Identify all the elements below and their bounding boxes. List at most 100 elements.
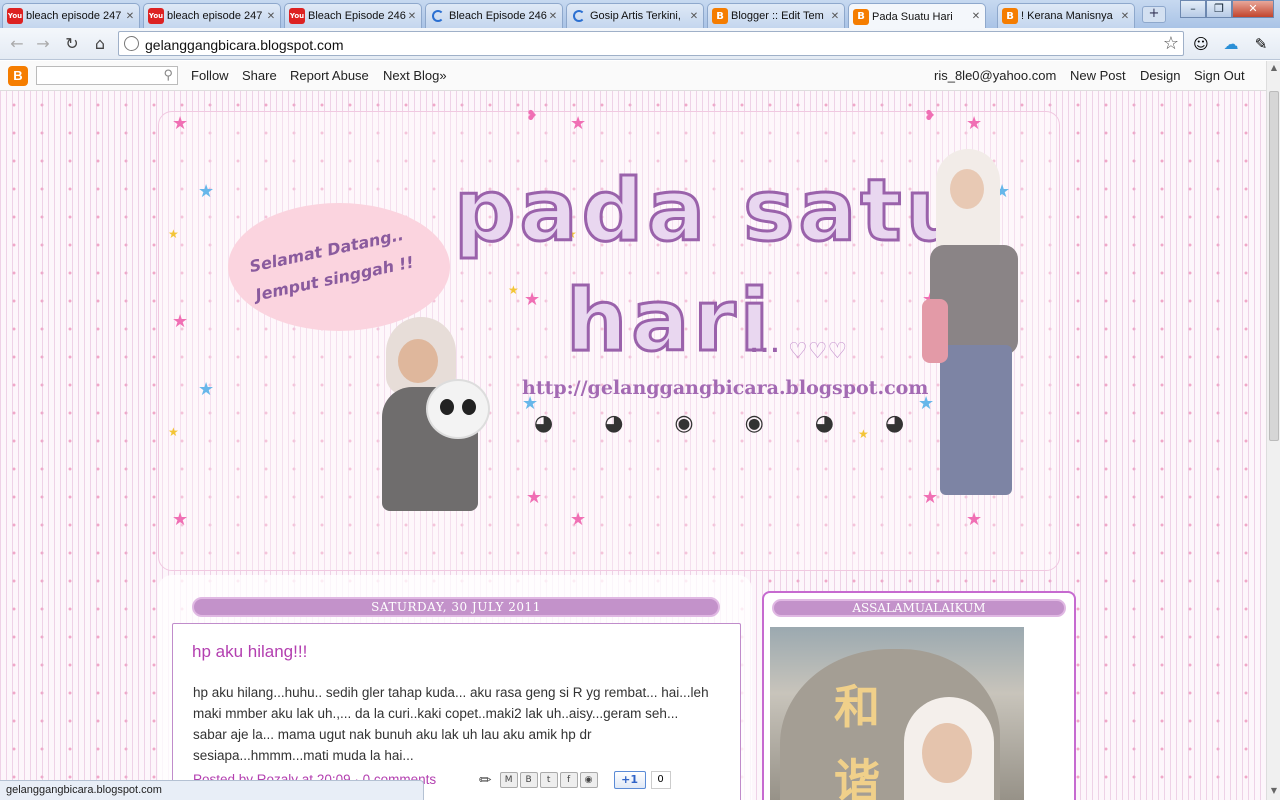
blog-page: ★ ★ ★ ★ ★ ★ ★ ❥ ★ ★ ★ ★ ★ ★ ★ ❥ ★ ★ ★ ★ … (0, 91, 1266, 800)
cute-faces-icon: ◕ ◕ ◉ ◉ ◕ ◕ (534, 411, 927, 436)
facebook-share-icon[interactable]: f (559, 772, 578, 788)
sidebar-profile-photo: 和 谐 (770, 627, 1024, 800)
search-icon[interactable]: ⚲ (163, 67, 173, 83)
loading-icon (573, 10, 585, 22)
next-blog-link[interactable]: Next Blog» (383, 68, 447, 83)
user-email[interactable]: ris_8le0@yahoo.com (934, 68, 1056, 83)
reload-icon[interactable]: ↻ (61, 33, 83, 55)
address-bar[interactable]: gelanggangbicara.blogspot.com ☆ (118, 31, 1184, 56)
star-icon: ★ (966, 509, 983, 530)
blogger-navbar: B ⚲ Follow Share Report Abuse Next Blog»… (0, 61, 1266, 91)
buzz-share-icon[interactable]: ◉ (579, 772, 598, 788)
tab-8[interactable]: B! Kerana Manisnya ✕ (997, 3, 1135, 28)
blog-title-line-2: hari (564, 270, 774, 373)
blogger-icon: B (712, 8, 728, 24)
star-icon: ★ (198, 379, 215, 400)
scroll-up-icon[interactable]: ▲ (1268, 63, 1280, 75)
star-icon: ❥ (924, 108, 936, 124)
follow-link[interactable]: Follow (191, 68, 229, 83)
scrollbar-thumb[interactable] (1269, 91, 1279, 441)
plus-one-button[interactable]: +1 (613, 771, 646, 789)
blog-title-dots: ... (750, 333, 782, 358)
post-title[interactable]: hp aku hilang!!! (192, 642, 307, 662)
post-body: hp aku hilang...huhu.. sedih gler tahap … (193, 685, 709, 763)
design-link[interactable]: Design (1140, 68, 1180, 83)
star-icon: ★ (508, 283, 519, 297)
scroll-down-icon[interactable]: ▼ (1268, 786, 1280, 798)
address-url[interactable]: gelanggangbicara.blogspot.com (145, 37, 343, 53)
tab-strip: You bleach episode 247 ✕ You bleach episode… (0, 0, 1280, 29)
blogger-icon: B (853, 8, 869, 25)
share-link[interactable]: Share (242, 68, 277, 83)
blogger-icon: B (1002, 8, 1018, 24)
close-window-button[interactable]: ✕ (1232, 0, 1274, 18)
globe-icon (124, 36, 139, 51)
email-share-icon[interactable]: M (499, 772, 518, 788)
bookmark-star-icon[interactable]: ☆ (1163, 33, 1179, 54)
blog-url-artwork: http://gelanggangbicara.blogspot.com (522, 377, 929, 399)
blog-title-line-1: pada satu (453, 160, 971, 263)
forward-icon[interactable]: → (32, 33, 54, 55)
tab-7-active[interactable]: B Pada Suatu Hari ✕ (848, 3, 986, 29)
report-abuse-link[interactable]: Report Abuse (290, 68, 369, 83)
sign-out-link[interactable]: Sign Out (1194, 68, 1245, 83)
browser-toolbar: ← → ↻ ⌂ gelanggangbicara.blogspot.com ☆ … (0, 28, 1280, 60)
extension-chat-icon[interactable]: ☺ (1190, 33, 1212, 55)
star-icon: ★ (570, 113, 587, 134)
post-date-header: SATURDAY, 30 JULY 2011 (192, 597, 720, 617)
new-tab-button[interactable]: + (1142, 6, 1166, 23)
blogthis-share-icon[interactable]: B (519, 772, 538, 788)
star-icon: ★ (168, 425, 179, 439)
tab-5[interactable]: Gosip Artis Terkini, ✕ (566, 3, 704, 28)
star-icon: ★ (524, 289, 541, 310)
blogger-logo-icon[interactable]: B (8, 66, 28, 86)
tab-4[interactable]: Bleach Episode 246 ✕ (425, 3, 563, 28)
close-tab-icon[interactable]: ✕ (125, 11, 135, 22)
tab-3[interactable]: You Bleach Episode 246 ✕ (284, 3, 422, 28)
close-tab-icon[interactable]: ✕ (1120, 11, 1130, 22)
chinese-character-carving: 和 (834, 680, 880, 734)
wrench-icon[interactable]: ✎ (1250, 33, 1272, 55)
close-tab-icon[interactable]: ✕ (830, 11, 840, 22)
chinese-character-carving: 谐 (834, 754, 880, 800)
page-scrollbar[interactable]: ▲ ▼ (1266, 61, 1280, 800)
tab-2[interactable]: You bleach episode 247 ✕ (143, 3, 281, 28)
home-icon[interactable]: ⌂ (89, 33, 111, 55)
panda-plush-icon (426, 379, 490, 439)
tab-6[interactable]: B Blogger :: Edit Tem ✕ (707, 3, 845, 28)
edit-post-pencil-icon[interactable]: ✏ (479, 771, 492, 789)
close-tab-icon[interactable]: ✕ (971, 11, 981, 22)
star-icon: ❥ (526, 108, 538, 124)
close-tab-icon[interactable]: ✕ (548, 11, 558, 22)
window-controls: – ❐ ✕ (1180, 0, 1274, 18)
back-icon[interactable]: ← (6, 33, 28, 55)
blog-search-input[interactable]: ⚲ (36, 66, 178, 85)
loading-icon (432, 10, 444, 22)
star-icon: ★ (570, 509, 587, 530)
sidebar-widget-title: ASSALAMUALAIKUM (772, 599, 1066, 617)
close-tab-icon[interactable]: ✕ (689, 11, 699, 22)
status-bar-url: gelanggangbicara.blogspot.com (0, 780, 424, 800)
close-tab-icon[interactable]: ✕ (266, 11, 276, 22)
star-icon: ★ (526, 487, 543, 508)
star-icon: ★ (172, 509, 189, 530)
tab-1[interactable]: You bleach episode 247 ✕ (2, 3, 140, 28)
header-photo-standing-girl (922, 149, 1032, 509)
twitter-share-icon[interactable]: t (539, 772, 558, 788)
star-icon: ★ (172, 311, 189, 332)
header-photo-girl-with-panda (376, 317, 496, 513)
star-icon: ★ (966, 113, 983, 134)
handbag-icon (922, 299, 948, 363)
new-post-link[interactable]: New Post (1070, 68, 1126, 83)
minimize-button[interactable]: – (1180, 0, 1206, 18)
star-icon: ★ (168, 227, 179, 241)
close-tab-icon[interactable]: ✕ (407, 11, 417, 22)
sidebar-widget: ASSALAMUALAIKUM 和 谐 (762, 591, 1076, 800)
youtube-icon: You (7, 8, 23, 24)
maximize-button[interactable]: ❐ (1206, 0, 1232, 18)
star-icon: ★ (172, 113, 189, 134)
youtube-icon: You (148, 8, 164, 24)
hearts-icon: ♡♡♡ (788, 339, 848, 364)
welcome-speech-bubble: Selamat Datang.. Jemput singgah !! (228, 203, 450, 331)
extension-cloud-icon[interactable]: ☁ (1220, 33, 1242, 55)
